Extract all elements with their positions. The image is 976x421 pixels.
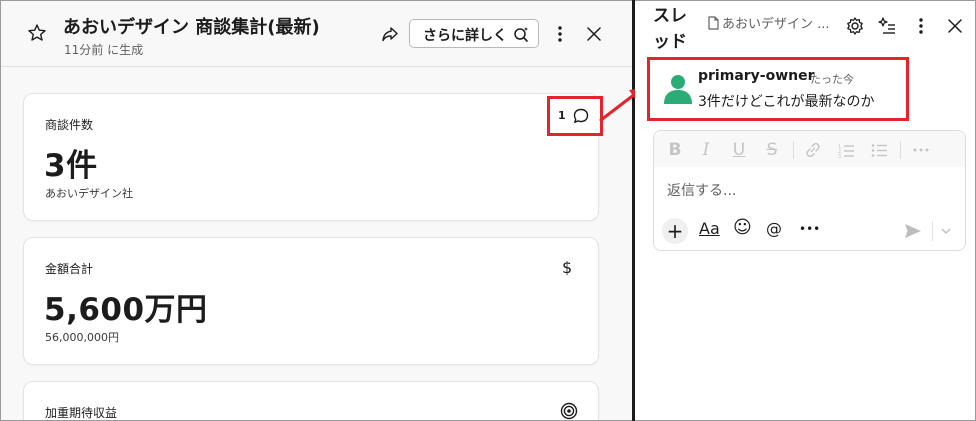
link-icon[interactable] <box>804 141 822 159</box>
metric-card-weighted: 加重期待収益 <box>23 381 599 420</box>
reply-input[interactable]: 返信する... <box>667 180 736 200</box>
search-sparkle-icon <box>514 27 528 42</box>
page-title: あおいデザイン 商談集計(最新) <box>63 17 320 38</box>
avatar[interactable] <box>660 70 696 106</box>
more-actions-button[interactable]: ••• <box>799 222 820 236</box>
card-value: 3件 <box>44 148 98 184</box>
reply-composer: B I U S 123 返信する... + Aa ☺ @ ••• <box>653 130 966 251</box>
ordered-list-icon[interactable]: 123 <box>837 141 855 159</box>
canvas-header: あおいデザイン 商談集計(最新) 11分前 に生成 さらに詳しく <box>1 1 632 67</box>
card-sub: あおいデザイン社 <box>45 187 133 200</box>
format-toggle-button[interactable]: Aa <box>699 219 720 238</box>
more-format-icon[interactable] <box>911 141 931 159</box>
card-label: 加重期待収益 <box>45 406 118 420</box>
card-sub: 56,000,000円 <box>45 331 119 344</box>
mention-button[interactable]: @ <box>766 219 782 238</box>
thread-file-name: あおいデザイン ... <box>722 17 830 32</box>
card-label: 商談件数 <box>45 118 94 132</box>
ai-list-icon[interactable] <box>877 16 897 36</box>
comment-icon <box>573 108 589 123</box>
format-toolbar: B I U S 123 <box>654 131 965 167</box>
underline-button[interactable]: U <box>728 140 750 160</box>
star-icon[interactable] <box>27 23 47 43</box>
message-author[interactable]: primary-owner <box>698 68 815 84</box>
thread-file-link[interactable]: あおいデザイン ... <box>707 13 830 32</box>
thread-message[interactable]: primary-owner たった今 3件だけどこれが最新なのか <box>647 57 909 121</box>
emoji-button[interactable]: ☺ <box>733 217 752 238</box>
message-time[interactable]: たった今 <box>810 71 854 87</box>
metric-card-amount: 金額合計 $ 5,600万円 56,000,000円 <box>23 237 599 365</box>
close-icon[interactable] <box>946 17 964 35</box>
thread-title: スレッド <box>653 6 687 52</box>
file-icon <box>708 16 719 30</box>
more-details-button[interactable]: さらに詳しく <box>409 19 539 48</box>
metric-card-deals: 商談件数 3件 あおいデザイン社 1 <box>23 93 603 221</box>
card-label: 金額合計 <box>45 262 94 276</box>
toolbar-separator <box>900 141 901 159</box>
target-icon <box>560 402 578 420</box>
bullet-list-icon[interactable] <box>870 141 888 159</box>
gear-icon[interactable] <box>845 16 865 36</box>
italic-button[interactable]: I <box>695 140 717 160</box>
strike-button[interactable]: S <box>761 140 783 160</box>
message-text: 3件だけどこれが最新なのか <box>698 94 875 110</box>
dollar-icon: $ <box>562 258 573 277</box>
share-icon[interactable] <box>381 25 399 43</box>
thread-panel: スレッド あおいデザイン ... primary-owner たった今 3件だけ… <box>635 1 975 420</box>
send-icon[interactable] <box>904 223 922 239</box>
add-attachment-button[interactable]: + <box>662 218 688 244</box>
chevron-down-icon[interactable] <box>941 227 951 235</box>
send-separator <box>932 221 933 241</box>
bold-button[interactable]: B <box>664 140 686 160</box>
kebab-icon[interactable] <box>913 16 929 36</box>
close-icon[interactable] <box>585 25 603 43</box>
card-value: 5,600万円 <box>44 292 208 328</box>
canvas-panel: あおいデザイン 商談集計(最新) 11分前 に生成 さらに詳しく 商談件数 3件… <box>1 1 632 420</box>
kebab-icon[interactable] <box>551 24 569 44</box>
svg-text:3: 3 <box>838 154 841 159</box>
more-details-label: さらに詳しく <box>423 28 507 44</box>
toolbar-separator <box>793 141 794 159</box>
comment-count: 1 <box>558 109 566 122</box>
generated-time: 11分前 に生成 <box>64 43 144 57</box>
